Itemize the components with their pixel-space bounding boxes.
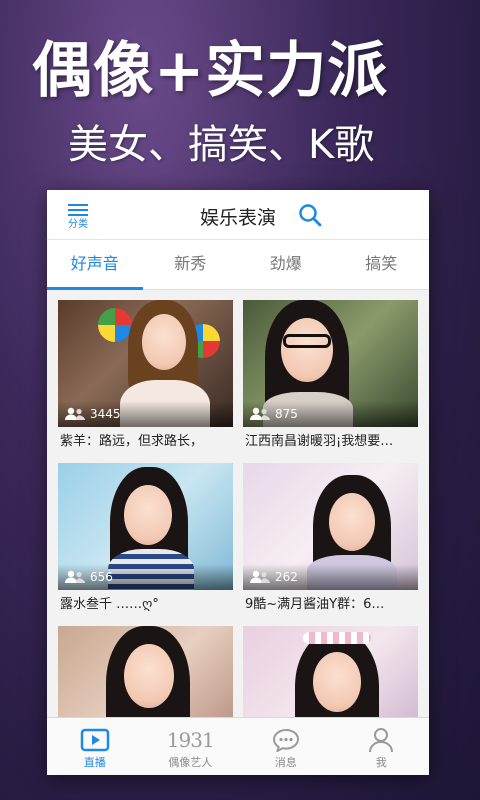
pinwheel-decoration bbox=[98, 308, 132, 342]
stream-caption: 露水叁千 ……ღ° bbox=[60, 597, 159, 612]
nav-idols[interactable]: 1931 偶像艺人 bbox=[143, 718, 239, 775]
person-icon bbox=[369, 728, 394, 753]
viewer-count: 3445 bbox=[58, 401, 233, 427]
promo-subtitle: 美女、搞笑、K歌 bbox=[68, 122, 375, 168]
glasses-decoration bbox=[283, 334, 331, 348]
tab-hot[interactable]: 劲爆 bbox=[238, 240, 334, 289]
stream-card[interactable]: 656 露水叁千 ……ღ° bbox=[58, 463, 233, 622]
stream-caption: 紫羊：路远，但求路长， bbox=[60, 434, 204, 449]
nav-me-label: 我 bbox=[375, 756, 387, 769]
nav-idols-label: 偶像艺人 bbox=[168, 756, 213, 769]
stream-card[interactable]: 262 9酷~满月酱油Y群：6… bbox=[243, 463, 418, 622]
stream-thumbnail: 656 bbox=[58, 463, 233, 590]
nav-live[interactable]: 直播 bbox=[47, 718, 143, 775]
idol-number-icon: 1931 bbox=[166, 728, 215, 752]
stream-card[interactable]: 875 江西南昌谢暖羽¡我想要… bbox=[243, 300, 418, 459]
nav-messages-label: 消息 bbox=[274, 756, 297, 769]
live-play-icon bbox=[80, 728, 109, 752]
stream-caption: 9酷~满月酱油Y群：6… bbox=[245, 597, 385, 612]
viewer-count: 656 bbox=[58, 564, 233, 590]
search-button[interactable] bbox=[297, 202, 323, 228]
nav-live-label: 直播 bbox=[83, 756, 106, 769]
tab-good-voice[interactable]: 好声音 bbox=[47, 240, 143, 290]
viewers-icon bbox=[250, 570, 270, 583]
promo-title: 偶像+实力派 bbox=[32, 36, 389, 106]
viewers-icon bbox=[65, 407, 85, 420]
page-title: 娱乐表演 bbox=[199, 207, 276, 229]
stream-thumbnail: 3445 bbox=[58, 300, 233, 427]
search-icon bbox=[299, 204, 322, 227]
viewers-icon bbox=[250, 407, 270, 420]
message-bubble-icon bbox=[272, 728, 299, 752]
viewer-count: 262 bbox=[243, 564, 418, 590]
viewer-count-value: 875 bbox=[275, 407, 298, 421]
viewer-count-value: 3445 bbox=[90, 407, 121, 421]
nav-messages[interactable]: 消息 bbox=[238, 718, 334, 775]
viewer-count-value: 656 bbox=[90, 570, 113, 584]
stream-grid: 3445 紫羊：路远，但求路长， 875 江西南昌谢暖羽¡我想要… 656 露水… bbox=[47, 291, 429, 775]
viewer-count: 875 bbox=[243, 401, 418, 427]
headband-decoration bbox=[303, 632, 371, 644]
stream-card[interactable]: 3445 紫羊：路远，但求路长， bbox=[58, 300, 233, 459]
stream-thumbnail: 262 bbox=[243, 463, 418, 590]
tab-new-talent[interactable]: 新秀 bbox=[143, 240, 239, 289]
category-tabs: 好声音 新秀 劲爆 搞笑 bbox=[47, 240, 429, 290]
viewer-count-value: 262 bbox=[275, 570, 298, 584]
bottom-nav: 直播 1931 偶像艺人 消息 我 bbox=[47, 717, 429, 775]
tab-funny[interactable]: 搞笑 bbox=[334, 240, 430, 289]
stream-caption: 江西南昌谢暖羽¡我想要… bbox=[245, 434, 394, 449]
viewers-icon bbox=[65, 570, 85, 583]
stream-thumbnail: 875 bbox=[243, 300, 418, 427]
nav-me[interactable]: 我 bbox=[334, 718, 430, 775]
app-screen: 分类 娱乐表演 好声音 新秀 劲爆 搞笑 3445 紫羊：路远，但求路长， 87… bbox=[47, 190, 429, 775]
app-header: 分类 娱乐表演 bbox=[47, 190, 429, 240]
